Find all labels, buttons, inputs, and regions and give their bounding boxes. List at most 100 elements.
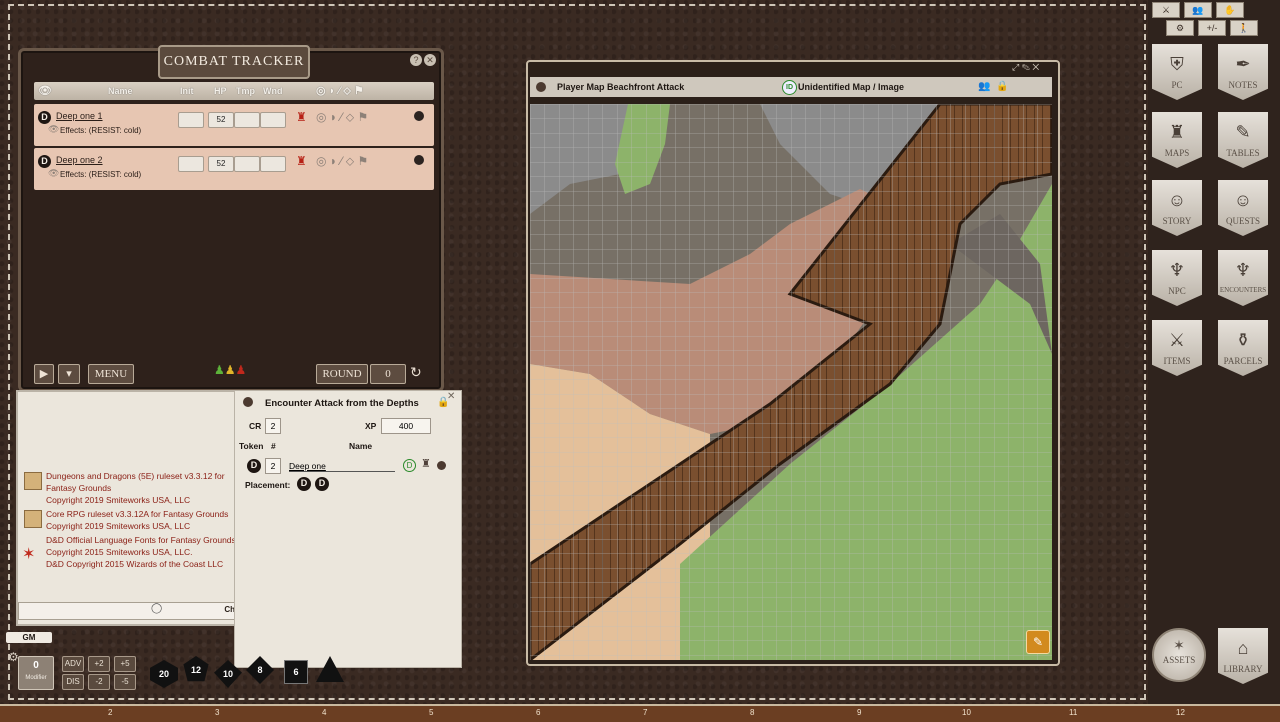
npc-faction-badge[interactable]: D bbox=[38, 155, 51, 168]
help-icon[interactable]: ? bbox=[410, 54, 422, 66]
cr-field[interactable]: 2 bbox=[265, 418, 281, 434]
map-image[interactable] bbox=[530, 104, 1052, 660]
npc-token[interactable]: D bbox=[247, 459, 261, 473]
column-name[interactable]: Name bbox=[108, 86, 133, 96]
library-button[interactable]: ⌂ LIBRARY bbox=[1218, 628, 1268, 684]
init-field[interactable] bbox=[178, 156, 204, 172]
assets-button[interactable]: ✶ ASSETS bbox=[1152, 628, 1206, 682]
minus2-button[interactable]: -2 bbox=[88, 674, 110, 690]
party-icon[interactable]: 👥 bbox=[1184, 2, 1212, 18]
pouch-icon: ⚱ bbox=[1235, 330, 1251, 350]
eye-icon[interactable]: 👁 bbox=[38, 84, 52, 97]
column-wnd[interactable]: Wnd bbox=[263, 86, 283, 96]
adv-button[interactable]: ADV bbox=[62, 656, 84, 672]
sidebar-button-notes[interactable]: ✒ NOTES bbox=[1218, 44, 1268, 100]
hand-icon[interactable]: ✋ bbox=[1216, 2, 1244, 18]
faction-icon[interactable]: ♜ bbox=[421, 457, 431, 470]
hp-field[interactable]: 52 bbox=[208, 156, 234, 172]
round-counter[interactable]: 0 bbox=[370, 364, 406, 384]
wnd-field[interactable] bbox=[260, 156, 286, 172]
modifier-label: Modifier bbox=[25, 675, 47, 681]
faction-icons[interactable]: ♟♟♟ bbox=[214, 363, 246, 377]
modifiers-icon[interactable]: +/- bbox=[1198, 20, 1226, 36]
close-icon[interactable]: ✕ bbox=[447, 391, 455, 402]
sword-icon: ⚔ bbox=[1168, 330, 1186, 350]
sidebar-button-quests[interactable]: ☺ QUESTS bbox=[1218, 180, 1268, 236]
tmp-field[interactable] bbox=[234, 112, 260, 128]
plus2-button[interactable]: +2 bbox=[88, 656, 110, 672]
close-icon[interactable]: ✕ bbox=[424, 54, 436, 66]
red-helmet-icon[interactable]: ♜ bbox=[296, 110, 307, 124]
grid-ruler: 2 3 4 5 6 7 8 9 10 11 12 bbox=[0, 704, 1280, 722]
menu-button[interactable]: MENU bbox=[88, 364, 134, 384]
header-icons: ◎ ◗ ⁄ ⬦ ⚑ bbox=[316, 85, 364, 97]
xp-field[interactable]: 400 bbox=[381, 418, 431, 434]
placement-token[interactable]: D bbox=[315, 477, 329, 491]
modifier-box[interactable]: 0 Modifier bbox=[18, 656, 54, 690]
identified-icon[interactable]: D bbox=[403, 459, 416, 472]
combat-icon[interactable]: ⚔ bbox=[1152, 2, 1180, 18]
tmp-field[interactable] bbox=[234, 156, 260, 172]
init-field[interactable] bbox=[178, 112, 204, 128]
next-round-icon[interactable]: ↻ bbox=[410, 364, 422, 381]
sidebar-button-encounters[interactable]: ♆ ENCOUNTERS bbox=[1218, 250, 1268, 306]
dragon-logo-icon: ✶ bbox=[22, 546, 36, 563]
combatant-name[interactable]: Deep one 1 bbox=[56, 111, 103, 121]
hp-field[interactable]: 52 bbox=[208, 112, 234, 128]
chat-input[interactable]: Ch ◯ bbox=[18, 602, 238, 620]
visibility-icon[interactable]: 👁 bbox=[48, 168, 59, 179]
combatant-row[interactable]: D Deep one 2 Effects: (RESIST: cold) 👁 5… bbox=[34, 148, 434, 190]
map-window-controls[interactable]: ⤢ ✎ ✕ bbox=[1012, 62, 1039, 73]
sidebar-button-parcels[interactable]: ⚱ PARCELS bbox=[1218, 320, 1268, 376]
action-icons[interactable]: ◎ ◗ ⁄ ⬦ ⚑ bbox=[316, 154, 368, 169]
ruler-tick: 11 bbox=[1069, 708, 1078, 717]
dis-button[interactable]: DIS bbox=[62, 674, 84, 690]
sidebar-button-story[interactable]: ☺ STORY bbox=[1152, 180, 1202, 236]
chat-message: Dungeons and Dragons (5E) ruleset v3.3.1… bbox=[46, 471, 225, 505]
combatant-name[interactable]: Deep one 2 bbox=[56, 155, 103, 165]
minus5-button[interactable]: -5 bbox=[114, 674, 136, 690]
record-type-icon[interactable] bbox=[243, 397, 253, 407]
active-dot-icon[interactable] bbox=[414, 111, 424, 121]
sidebar-button-pc[interactable]: ⛨ PC bbox=[1152, 44, 1202, 100]
sidebar-button-tables[interactable]: ✎ TABLES bbox=[1218, 112, 1268, 168]
combatant-row[interactable]: D Deep one 1 Effects: (RESIST: cold) 👁 5… bbox=[34, 104, 434, 146]
masks-icon: ☺ bbox=[1233, 190, 1253, 210]
placement-token[interactable]: D bbox=[297, 477, 311, 491]
xp-label: XP bbox=[365, 421, 377, 431]
sidebar-button-maps[interactable]: ♜ MAPS bbox=[1152, 112, 1202, 168]
masks-icon: ☺ bbox=[1167, 190, 1187, 210]
encounter-title: Encounter Attack from the Depths bbox=[265, 398, 419, 409]
ruler-tick: 8 bbox=[750, 708, 755, 717]
combatant-effects: Effects: (RESIST: cold) bbox=[60, 126, 142, 135]
action-icons[interactable]: ◎ ◗ ⁄ ⬦ ⚑ bbox=[316, 110, 368, 125]
character-icon[interactable]: 🚶 bbox=[1230, 20, 1258, 36]
npc-faction-badge[interactable]: D bbox=[38, 111, 51, 124]
next-actor-icon[interactable]: ▶ bbox=[34, 364, 54, 384]
npc-name-link[interactable]: Deep one bbox=[289, 461, 395, 472]
d6-icon[interactable]: 6 bbox=[284, 660, 308, 684]
plus5-button[interactable]: +5 bbox=[114, 656, 136, 672]
column-hp[interactable]: HP bbox=[214, 86, 227, 96]
ruler-tick: 12 bbox=[1176, 708, 1185, 717]
sidebar-button-items[interactable]: ⚔ ITEMS bbox=[1152, 320, 1202, 376]
record-type-icon[interactable] bbox=[536, 82, 546, 92]
targeting-icon[interactable]: ▾ bbox=[58, 364, 80, 384]
active-dot-icon[interactable] bbox=[414, 155, 424, 165]
visibility-icon[interactable]: 👁 bbox=[48, 124, 59, 135]
map-grid bbox=[530, 104, 1052, 660]
column-init[interactable]: Init bbox=[180, 86, 194, 96]
share-icon[interactable]: 👥 bbox=[978, 81, 990, 92]
wnd-field[interactable] bbox=[260, 112, 286, 128]
identified-badge[interactable]: ID bbox=[782, 80, 797, 95]
red-helmet-icon[interactable]: ♜ bbox=[296, 154, 307, 168]
map-tools-icon[interactable]: ✎ bbox=[1026, 630, 1050, 654]
library-icon: ⌂ bbox=[1237, 638, 1249, 658]
sidebar-button-npc[interactable]: ♆ NPC bbox=[1152, 250, 1202, 306]
column-tmp[interactable]: Tmp bbox=[236, 86, 255, 96]
chat-message: Core RPG ruleset v3.3.12A for Fantasy Gr… bbox=[46, 509, 229, 531]
npc-count-field[interactable]: 2 bbox=[265, 458, 281, 474]
lock-icon[interactable]: 🔒 bbox=[996, 81, 1008, 92]
options-icon[interactable]: ⚙ bbox=[1166, 20, 1194, 36]
link-dot-icon[interactable] bbox=[437, 461, 446, 470]
